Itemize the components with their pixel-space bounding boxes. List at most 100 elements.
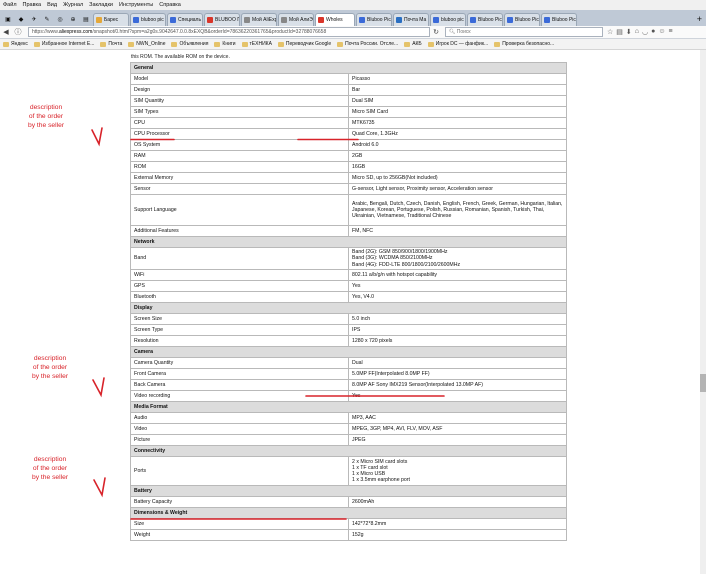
browser-tab[interactable]: BLUBOO П: [204, 13, 240, 26]
spec-key: Band: [130, 247, 349, 270]
bookmarks-bar: Яндекс Избранное Internet E... Почта NWN_On…: [0, 39, 706, 50]
pinned-tab-icon[interactable]: ⊕: [67, 13, 79, 26]
menu-item[interactable]: Вид: [47, 2, 57, 8]
table-row: SIM Quantity Dual SIM: [130, 95, 567, 107]
folder-icon: [277, 41, 284, 47]
url-prefix: https://www.: [32, 29, 59, 35]
spec-key: Screen Size: [130, 313, 349, 325]
spec-key: Weight: [130, 529, 349, 541]
table-row: Bluetooth Yes, V4.0: [130, 291, 567, 303]
spec-value: Micro SD, up to 256GB(Not included): [348, 172, 567, 184]
scrollbar-track[interactable]: [700, 50, 706, 574]
table-row: Resolution 1280 x 720 pixels: [130, 335, 567, 347]
menu-item[interactable]: Закладки: [89, 2, 113, 8]
reload-icon[interactable]: ↻: [430, 28, 442, 36]
spec-value: Android 6.0: [348, 139, 567, 151]
browser-tab[interactable]: Bluboo Pic: [467, 13, 503, 26]
menu-icon[interactable]: ≡: [669, 28, 673, 36]
bookmark-item[interactable]: Яндекс: [3, 41, 28, 47]
browser-tab[interactable]: Барес: [93, 13, 129, 26]
browser-tab[interactable]: Специаль: [167, 13, 203, 26]
spec-key: Size: [130, 518, 349, 530]
pinned-tab-icon[interactable]: ◆: [15, 13, 27, 26]
section-header-row: General: [130, 62, 567, 74]
bookmark-label: АКБ: [412, 41, 422, 47]
menu-item[interactable]: Журнал: [63, 2, 83, 8]
star-icon[interactable]: ☆: [607, 28, 613, 36]
spec-value: 2 x Micro SIM card slots 1 x TF card slo…: [348, 456, 567, 486]
section-header-row: Camera: [130, 346, 567, 358]
info-icon[interactable]: ⓘ: [12, 27, 24, 37]
spec-key: WiFi: [130, 269, 349, 281]
browser-tab[interactable]: Wholes: [315, 13, 355, 26]
bookmark-item[interactable]: Почта России. Отсле...: [337, 41, 398, 47]
pinned-tab-icon[interactable]: ▣: [2, 13, 14, 26]
spec-key: Design: [130, 84, 349, 96]
spec-key: OS System: [130, 139, 349, 151]
bookmark-item[interactable]: АКБ: [404, 41, 422, 47]
menu-item[interactable]: Инструменты: [119, 2, 153, 8]
new-tab-button[interactable]: +: [693, 12, 706, 26]
browser-tab[interactable]: bluboo pic: [430, 13, 466, 26]
spec-key: Support Language: [130, 194, 349, 226]
bookmark-label: Игрок DC — фанфик...: [435, 41, 489, 47]
navigation-bar: ◀ ⓘ https://www.aliexpress.com/snapshot/…: [0, 26, 706, 39]
back-icon[interactable]: ◀: [0, 28, 12, 36]
folder-icon: [404, 41, 411, 47]
section-title: Dimensions & Weight: [130, 507, 567, 519]
pinned-tab-icon[interactable]: ✈: [28, 13, 40, 26]
bookmark-item[interactable]: Избранное Internet E...: [33, 41, 94, 47]
bookmark-item[interactable]: Переводчик Google: [277, 41, 331, 47]
search-input[interactable]: 🔍︎ Поиск: [445, 27, 603, 37]
chat-icon[interactable]: ☺: [658, 28, 665, 36]
section-header-row: Connectivity: [130, 445, 567, 457]
bookmark-item[interactable]: тЕХНИКА: [241, 41, 272, 47]
pocket-icon[interactable]: ◡: [642, 28, 648, 36]
download-icon[interactable]: ⬇: [626, 28, 632, 36]
home-icon[interactable]: ⌂: [635, 28, 639, 36]
bookmark-item[interactable]: Почта: [100, 41, 122, 47]
browser-tab[interactable]: bluboo pic: [130, 13, 166, 26]
spec-key: Audio: [130, 412, 349, 424]
scrollbar-thumb[interactable]: [700, 374, 706, 392]
pinned-tab-icon[interactable]: ▤: [80, 13, 92, 26]
spec-key: Front Camera: [130, 368, 349, 380]
bookmark-item[interactable]: Игрок DC — фанфик...: [427, 41, 489, 47]
browser-tab[interactable]: Bluboo Pic: [504, 13, 540, 26]
section-header-row: Dimensions & Weight: [130, 507, 567, 519]
extension-icon[interactable]: ●: [651, 28, 655, 36]
table-row: Ports 2 x Micro SIM card slots 1 x TF car…: [130, 456, 567, 486]
browser-tab[interactable]: Bluboo Pic: [541, 13, 577, 26]
bookmark-item[interactable]: Книги: [214, 41, 236, 47]
table-row: GPS Yes: [130, 280, 567, 292]
pinned-tab-icon[interactable]: ◎: [54, 13, 66, 26]
spec-key: RAM: [130, 150, 349, 162]
table-row: Audio MP3, AAC: [130, 412, 567, 424]
section-title: Camera: [130, 346, 567, 358]
folder-icon: [337, 41, 344, 47]
bookmark-label: Проверка безопасно...: [502, 41, 555, 47]
spec-key: Sensor: [130, 183, 349, 195]
browser-tab[interactable]: Мой AliExpr: [241, 13, 277, 26]
pinned-tab-icon[interactable]: ✎: [41, 13, 53, 26]
bookmark-item[interactable]: Проверка безопасно...: [494, 41, 554, 47]
tab-bar: ▣ ◆ ✈ ✎ ◎ ⊕ ▤ Барес bluboo pic Специаль BLU…: [0, 10, 706, 26]
spec-value: Arabic, Bengali, Dutch, Czech, Danish, E…: [348, 194, 567, 226]
spec-value: 802.11 a/b/g/n with hotspot capability: [348, 269, 567, 281]
bookmark-label: Почта: [108, 41, 123, 47]
bookmark-item[interactable]: Объявления: [171, 41, 208, 47]
browser-tab[interactable]: Почта Ma: [393, 13, 429, 26]
browser-tab[interactable]: Bluboo Pic: [356, 13, 392, 26]
bookmark-item[interactable]: NWN_Online: [128, 41, 165, 47]
folder-icon: [494, 41, 501, 47]
spec-value: MPEG, 3GP, MP4, AVI, FLV, MOV, ASF: [348, 423, 567, 435]
spec-key: Bluetooth: [130, 291, 349, 303]
menu-item[interactable]: Справка: [159, 2, 181, 8]
menu-item[interactable]: Файл: [3, 2, 17, 8]
browser-tab[interactable]: Мой АлиЭкс: [278, 13, 314, 26]
clipboard-icon[interactable]: ▤: [616, 28, 623, 36]
spec-value: 1280 x 720 pixels: [348, 335, 567, 347]
menu-item[interactable]: Правка: [23, 2, 42, 8]
search-icon: 🔍︎: [449, 29, 456, 35]
address-bar[interactable]: https://www.aliexpress.com/snapshot/0.ht…: [28, 27, 430, 37]
